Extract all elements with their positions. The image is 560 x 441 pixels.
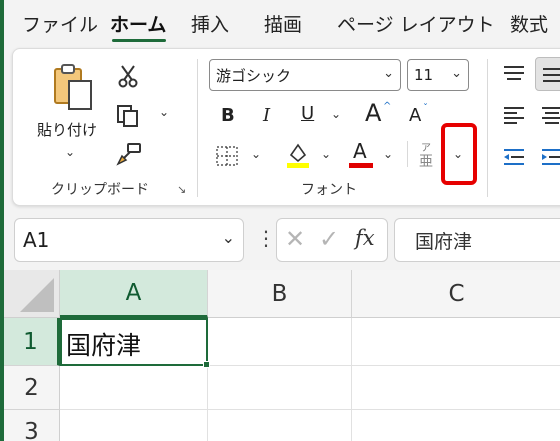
align-middle-icon bbox=[542, 65, 560, 85]
clipboard-launcher-icon[interactable]: ↘ bbox=[177, 183, 186, 196]
ribbon-separator bbox=[197, 59, 198, 197]
bold-button[interactable]: B bbox=[221, 105, 235, 126]
tab-draw[interactable]: 描画 bbox=[264, 10, 302, 37]
cell-a2[interactable] bbox=[60, 366, 208, 410]
align-top-icon[interactable] bbox=[503, 63, 525, 83]
column-header-c[interactable]: C bbox=[352, 270, 560, 318]
row-header-3[interactable]: 3 bbox=[4, 410, 60, 441]
paste-dropdown-chevron-icon[interactable]: ⌄ bbox=[65, 145, 75, 159]
cell-c3[interactable] bbox=[352, 410, 560, 441]
cell-b1[interactable] bbox=[208, 318, 352, 366]
fill-handle[interactable] bbox=[203, 361, 210, 368]
formula-tools: ✕ ✓ fx bbox=[276, 218, 388, 262]
font-size-select[interactable]: 11 ⌄ bbox=[407, 59, 469, 91]
align-center-icon[interactable] bbox=[541, 105, 560, 125]
cut-icon[interactable] bbox=[117, 63, 139, 89]
cancel-icon[interactable]: ✕ bbox=[285, 225, 305, 253]
phonetic-dropdown-chevron-icon[interactable]: ⌄ bbox=[453, 147, 463, 161]
font-group-label: フォント bbox=[301, 182, 357, 198]
grow-arrow-icon: ^ bbox=[383, 101, 392, 112]
active-tab-indicator bbox=[112, 39, 166, 42]
font-color-letter: A bbox=[353, 139, 367, 163]
column-header-b[interactable]: B bbox=[208, 270, 352, 318]
fill-color-icon[interactable] bbox=[285, 141, 311, 169]
name-box[interactable]: A1 ⌄ bbox=[14, 218, 244, 262]
worksheet-grid: A B C 1 2 3 国府津 bbox=[4, 270, 560, 441]
grow-font-button[interactable]: A bbox=[365, 99, 381, 127]
decrease-indent-icon[interactable] bbox=[503, 147, 525, 167]
underline-dropdown-chevron-icon[interactable]: ⌄ bbox=[331, 107, 341, 121]
cell-b3[interactable] bbox=[208, 410, 352, 441]
ribbon-separator bbox=[487, 59, 488, 197]
shrink-arrow-icon: ˇ bbox=[423, 103, 428, 114]
column-header-a[interactable]: A bbox=[60, 270, 208, 318]
shrink-font-button[interactable]: A bbox=[409, 105, 421, 126]
underline-button[interactable]: U bbox=[301, 103, 314, 124]
tab-insert[interactable]: 挿入 bbox=[191, 10, 229, 37]
tab-home[interactable]: ホーム bbox=[110, 10, 166, 37]
font-name-value: 游ゴシック bbox=[216, 66, 292, 85]
chevron-down-icon: ⌄ bbox=[383, 66, 394, 81]
formula-input[interactable]: 国府津 bbox=[394, 218, 560, 262]
ribbon-tabs: ファイル ホーム 挿入 描画 ページ レイアウト 数式 bbox=[4, 0, 560, 48]
tab-file[interactable]: ファイル bbox=[22, 10, 98, 37]
tab-page-layout[interactable]: ページ レイアウト bbox=[337, 10, 495, 37]
row-header-1[interactable]: 1 bbox=[4, 318, 60, 366]
select-all-corner[interactable] bbox=[4, 270, 60, 318]
copy-dropdown-chevron-icon[interactable]: ⌄ bbox=[159, 105, 169, 119]
clipboard-group-label: クリップボード bbox=[51, 182, 149, 198]
phonetic-guide-button[interactable]: ア 亜 bbox=[417, 139, 439, 170]
cell-a3[interactable] bbox=[60, 410, 208, 441]
borders-icon[interactable] bbox=[215, 145, 239, 167]
font-color-button[interactable]: A bbox=[349, 139, 373, 169]
cell-c1[interactable] bbox=[352, 318, 560, 366]
chevron-down-icon[interactable]: ⌄ bbox=[222, 228, 235, 247]
fill-color-dropdown-chevron-icon[interactable]: ⌄ bbox=[321, 147, 331, 161]
ribbon-home: 貼り付け ⌄ ⌄ クリップボード ↘ 游ゴシック ⌄ 11 ⌄ B I U ⌄ … bbox=[12, 48, 560, 206]
tab-formulas[interactable]: 数式 bbox=[510, 10, 548, 37]
align-left-icon[interactable] bbox=[503, 105, 525, 125]
italic-button[interactable]: I bbox=[263, 105, 270, 126]
phonetic-bottom-label: 亜 bbox=[419, 154, 433, 170]
more-options-icon[interactable]: ⋮ bbox=[256, 226, 276, 250]
font-color-dropdown-chevron-icon[interactable]: ⌄ bbox=[383, 147, 393, 161]
cell-c2[interactable] bbox=[352, 366, 560, 410]
chevron-down-icon: ⌄ bbox=[451, 66, 462, 81]
insert-function-button[interactable]: fx bbox=[355, 226, 375, 250]
format-painter-icon[interactable] bbox=[115, 141, 143, 167]
increase-indent-icon[interactable] bbox=[541, 147, 560, 167]
ribbon-separator bbox=[407, 141, 408, 167]
active-cell-border bbox=[60, 318, 208, 366]
name-box-value: A1 bbox=[23, 228, 50, 252]
paste-icon[interactable] bbox=[51, 63, 95, 113]
borders-dropdown-chevron-icon[interactable]: ⌄ bbox=[251, 147, 261, 161]
font-name-select[interactable]: 游ゴシック ⌄ bbox=[209, 59, 401, 91]
font-color-swatch bbox=[349, 163, 373, 168]
align-middle-button[interactable] bbox=[535, 57, 560, 91]
row-header-2[interactable]: 2 bbox=[4, 366, 60, 410]
formula-content: 国府津 bbox=[415, 230, 473, 253]
cell-b2[interactable] bbox=[208, 366, 352, 410]
paste-button-label[interactable]: 貼り付け bbox=[37, 119, 97, 140]
font-size-value: 11 bbox=[414, 66, 434, 84]
copy-icon[interactable] bbox=[115, 103, 141, 129]
enter-icon[interactable]: ✓ bbox=[319, 225, 339, 253]
